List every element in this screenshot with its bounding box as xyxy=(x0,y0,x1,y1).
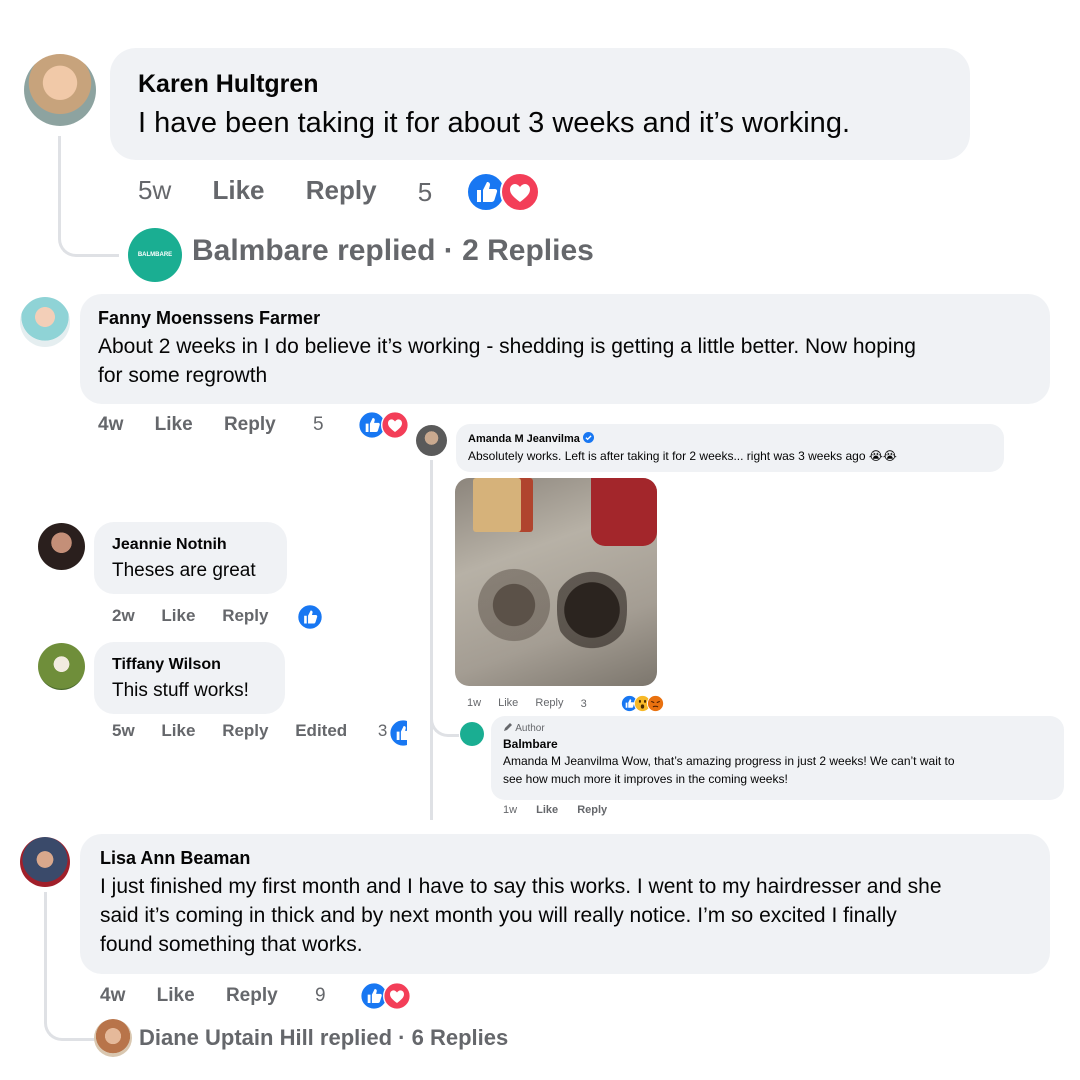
thread-line xyxy=(430,460,433,820)
comment-bubble-tiffany: Tiffany Wilson This stuff works! xyxy=(94,642,285,714)
view-replies-link[interactable]: Balmbare replied · 2 Replies xyxy=(192,234,594,268)
comment-actions: 4w Like Reply 5 xyxy=(98,411,409,439)
hair-comparison-photo[interactable] xyxy=(455,478,657,686)
comment-text: Theses are great xyxy=(112,560,256,581)
comment-author[interactable]: Fanny Moenssens Farmer xyxy=(98,308,1032,329)
avatar-lisa[interactable] xyxy=(20,837,70,887)
comment-author[interactable]: Amanda M Jeanvilma xyxy=(468,432,992,445)
comment-text-line3: found something that works. xyxy=(100,933,363,956)
comment-text-line2: see how much more it improves in the com… xyxy=(503,772,788,786)
comment-text-line1: Amanda M Jeanvilma Wow, that’s amazing p… xyxy=(503,754,955,768)
comment-time[interactable]: 4w xyxy=(98,414,123,435)
comment-actions: 5w Like Reply 5 xyxy=(138,172,540,212)
balmbare-avatar: BALMBARE xyxy=(128,228,182,282)
reactions[interactable]: 3 xyxy=(581,695,664,712)
angry-icon xyxy=(647,695,664,712)
comment-text-line1: About 2 weeks in I do believe it’s worki… xyxy=(98,335,916,358)
comment-text: This stuff works! xyxy=(112,680,249,701)
comment-text: I have been taking it for about 3 weeks … xyxy=(138,107,851,139)
comment-bubble-fanny: Fanny Moenssens Farmer About 2 weeks in … xyxy=(80,294,1050,404)
balmbare-logo-text: BALMBARE xyxy=(137,252,173,258)
reply-button[interactable]: Reply xyxy=(577,804,607,816)
comment-bubble-lisa: Lisa Ann Beaman I just finished my first… xyxy=(80,834,1050,974)
love-icon xyxy=(383,982,411,1010)
comment-actions: 4w Like Reply 9 xyxy=(100,982,411,1010)
comment-time[interactable]: 1w xyxy=(503,804,517,816)
verified-icon xyxy=(582,432,594,443)
reply-button[interactable]: Reply xyxy=(306,175,377,205)
comment-bubble-balmbare: Author Balmbare Amanda M Jeanvilma Wow, … xyxy=(491,716,1064,800)
thread-connector xyxy=(58,136,119,257)
comment-text-line1: I just finished my first month and I hav… xyxy=(100,875,942,898)
comment-text-line2: for some regrowth xyxy=(98,364,268,387)
reply-button[interactable]: Reply xyxy=(535,697,563,709)
reactions[interactable]: 5 xyxy=(313,411,409,439)
comment-time[interactable]: 1w xyxy=(467,697,481,709)
like-icon[interactable] xyxy=(297,604,323,630)
reaction-count: 3 xyxy=(377,721,388,740)
reaction-count: 5 xyxy=(312,414,324,435)
comment-bubble-amanda: Amanda M Jeanvilma Absolutely works. Lef… xyxy=(456,424,1004,472)
thread-connector xyxy=(430,700,459,737)
like-button[interactable]: Like xyxy=(161,606,195,625)
avatar-amanda[interactable] xyxy=(416,425,447,456)
comment-actions: 1w Like Reply 3 xyxy=(467,695,664,712)
reply-button[interactable]: Reply xyxy=(222,606,268,625)
reply-button[interactable]: Reply xyxy=(226,985,278,1006)
like-icon[interactable] xyxy=(389,719,407,747)
reactions[interactable]: 5 xyxy=(418,172,540,212)
reactions[interactable]: 9 xyxy=(315,982,411,1010)
avatar-tiffany[interactable] xyxy=(38,643,85,690)
comment-time[interactable]: 5w xyxy=(112,721,135,740)
comment-author[interactable]: Karen Hultgren xyxy=(138,70,942,99)
reaction-count: 3 xyxy=(580,697,587,710)
love-icon xyxy=(381,411,409,439)
avatar-fanny[interactable] xyxy=(20,297,70,347)
like-button[interactable]: Like xyxy=(161,721,195,740)
photo-hair-right xyxy=(557,560,627,660)
reply-button[interactable]: Reply xyxy=(224,414,276,435)
reaction-count: 5 xyxy=(417,176,433,207)
comment-text: Absolutely works. Left is after taking i… xyxy=(468,449,897,463)
comment-actions: 1w Like Reply xyxy=(503,804,641,816)
comment-actions: 2w Like Reply xyxy=(112,604,323,630)
like-button[interactable]: Like xyxy=(155,414,193,435)
comment-author[interactable]: Balmbare xyxy=(503,737,1052,751)
like-button[interactable]: Like xyxy=(536,804,558,816)
comment-author[interactable]: Lisa Ann Beaman xyxy=(100,848,1030,869)
comment-author[interactable]: Jeannie Notnih xyxy=(112,536,269,554)
pencil-icon xyxy=(504,723,512,731)
like-button[interactable]: Like xyxy=(157,985,195,1006)
comment-time[interactable]: 5w xyxy=(138,175,171,205)
avatar-diane[interactable] xyxy=(94,1019,132,1057)
comment-time[interactable]: 4w xyxy=(100,985,125,1006)
view-replies-link[interactable]: Diane Uptain Hill replied · 6 Replies xyxy=(139,1025,508,1051)
edited-label: Edited xyxy=(295,721,348,740)
comment-bubble-karen: Karen Hultgren I have been taking it for… xyxy=(110,48,970,160)
photo-red-bottle xyxy=(591,478,657,546)
comment-text-line2: said it’s coming in thick and by next mo… xyxy=(100,904,897,927)
love-icon xyxy=(500,172,540,212)
photo-product-box xyxy=(473,478,533,532)
like-button[interactable]: Like xyxy=(212,175,264,205)
comment-author[interactable]: Tiffany Wilson xyxy=(112,656,267,674)
avatar-jeannie[interactable] xyxy=(38,523,85,570)
replies-count: · 2 Replies xyxy=(443,234,594,267)
photo-hair-left xyxy=(475,560,553,650)
like-button[interactable]: Like xyxy=(498,697,518,709)
replied-author: Diane Uptain Hill replied xyxy=(139,1025,393,1050)
replied-author: Balmbare replied xyxy=(192,234,436,267)
reply-button[interactable]: Reply xyxy=(222,721,268,740)
reaction-count: 9 xyxy=(314,985,326,1006)
comment-time[interactable]: 2w xyxy=(112,606,135,625)
replies-count: · 6 Replies xyxy=(398,1025,509,1050)
author-badge: Author xyxy=(503,722,1052,734)
comment-bubble-jeannie: Jeannie Notnih Theses are great xyxy=(94,522,287,594)
balmbare-avatar[interactable] xyxy=(460,722,484,746)
avatar-karen[interactable] xyxy=(24,54,96,126)
comment-actions: 5w Like Reply Edited 3 xyxy=(112,721,387,741)
